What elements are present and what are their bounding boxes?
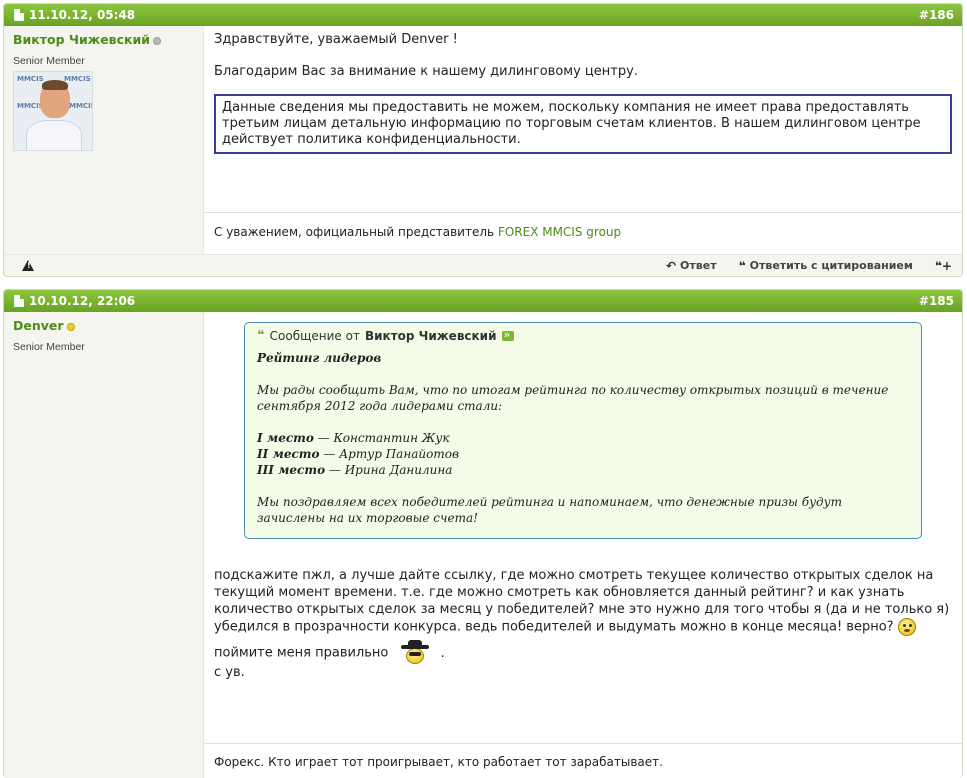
- user-title: Senior Member: [13, 55, 85, 67]
- post-header: 11.10.12, 05:48 #186: [4, 4, 962, 26]
- post-number-link[interactable]: #186: [919, 8, 954, 22]
- greeting-text: Здравствуйте, уважаемый Denver !: [214, 32, 458, 47]
- username: Виктор Чижевский: [13, 32, 194, 47]
- place2-label: II место: [257, 447, 320, 461]
- place3-name: — Ирина Данилина: [325, 463, 453, 477]
- signature: Форекс. Кто играет тот проигрывает, кто …: [204, 743, 962, 778]
- quote-icon: ❝: [738, 258, 746, 273]
- reply-with-quote-label: Ответить с цитированием: [749, 259, 913, 272]
- message-line2: поймите меня правильно: [214, 645, 389, 661]
- post-header: 10.10.12, 22:06 #185: [4, 290, 962, 312]
- place1-label: I место: [257, 431, 314, 445]
- signature: С уважением, официальный представитель F…: [204, 212, 962, 254]
- reply-label: Ответ: [680, 259, 717, 272]
- post-date-text: 11.10.12, 05:48: [29, 8, 136, 22]
- place2-name: — Артур Панайотов: [319, 447, 459, 461]
- post-number-link[interactable]: #185: [919, 294, 954, 308]
- report-icon[interactable]: [22, 260, 34, 271]
- post-date: 10.10.12, 22:06: [14, 294, 135, 308]
- multi-quote-icon: ❝+: [934, 258, 952, 273]
- user-title: Senior Member: [13, 341, 85, 353]
- avatar-shirt: [26, 120, 82, 150]
- quote-block: ❝ Сообщение от Виктор Чижевский Рейтинг …: [244, 322, 922, 539]
- message-text: подскажите пжл, а лучше дайте ссылку, гд…: [214, 568, 950, 635]
- spy-emoticon-icon: [400, 640, 429, 664]
- message-line3: с ув.: [214, 665, 245, 680]
- post-content: ❝ Сообщение от Виктор Чижевский Рейтинг …: [204, 312, 962, 743]
- username: Denver: [13, 318, 194, 333]
- post-content: Здравствуйте, уважаемый Denver ! Благода…: [204, 26, 962, 212]
- signature-prefix: С уважением, официальный представитель: [214, 225, 495, 239]
- reply-icon: ↶: [665, 258, 677, 273]
- avatar-logo: MMCIS: [69, 102, 92, 110]
- username-link[interactable]: Виктор Чижевский: [13, 32, 150, 47]
- quote-text: Рейтинг лидеров Мы рады сообщить Вам, чт…: [257, 350, 909, 526]
- reply-with-quote-button[interactable]: ❝ Ответить с цитированием: [739, 259, 913, 273]
- online-status-icon: [66, 323, 75, 331]
- post-186: 11.10.12, 05:48 #186 Виктор Чижевский Se…: [3, 3, 963, 277]
- quote-intro: Мы рады сообщить Вам, что по итогам рейт…: [257, 383, 889, 413]
- post-footer: ↶ Ответ ❝ Ответить с цитированием ❝+: [4, 254, 962, 276]
- place3-label: III место: [257, 463, 326, 477]
- thanks-text: Благодарим Вас за внимание к нашему дили…: [214, 64, 638, 79]
- quote-winners: I место — Константин Жук II место — Арту…: [257, 430, 909, 478]
- quote-prefix: Сообщение от: [269, 329, 360, 343]
- quote-outro: Мы поздравляем всех победителей рейтинга…: [257, 495, 842, 525]
- view-post-icon[interactable]: [501, 327, 514, 343]
- avatar-hair: [42, 80, 68, 90]
- quote-icon: ❝: [257, 328, 265, 343]
- quote-title: Рейтинг лидеров: [257, 351, 382, 365]
- document-icon: [14, 295, 24, 307]
- user-info: Виктор Чижевский Senior Member MMCIS MMC…: [4, 26, 204, 254]
- message-line2-end: .: [440, 645, 445, 661]
- post-date: 11.10.12, 05:48: [14, 8, 135, 22]
- username-link[interactable]: Denver: [13, 318, 64, 333]
- message-body: подскажите пжл, а лучше дайте ссылку, гд…: [214, 567, 952, 681]
- signature-text: Форекс. Кто играет тот проигрывает, кто …: [214, 755, 663, 769]
- multi-quote-button[interactable]: ❝+: [935, 259, 952, 273]
- avatar-logo: MMCIS: [17, 75, 44, 83]
- signature-link[interactable]: FOREX MMCIS group: [498, 225, 621, 239]
- avatar[interactable]: MMCIS MMCIS MMCIS MMCIS: [13, 71, 93, 151]
- highlighted-text: Данные сведения мы предоставить не можем…: [214, 94, 952, 154]
- document-icon: [14, 9, 24, 21]
- avatar-logo: MMCIS: [64, 75, 91, 83]
- quote-header: ❝ Сообщение от Виктор Чижевский: [257, 327, 909, 344]
- user-info: Denver Senior Member: [4, 312, 204, 778]
- quote-author: Виктор Чижевский: [364, 329, 497, 343]
- reply-button[interactable]: ↶ Ответ: [666, 259, 717, 273]
- place1-name: — Константин Жук: [313, 431, 450, 445]
- post-185: 10.10.12, 22:06 #185 Denver Senior Membe…: [3, 289, 963, 778]
- smile-emoticon-icon: [897, 618, 916, 636]
- offline-status-icon: [153, 37, 161, 45]
- post-date-text: 10.10.12, 22:06: [29, 294, 136, 308]
